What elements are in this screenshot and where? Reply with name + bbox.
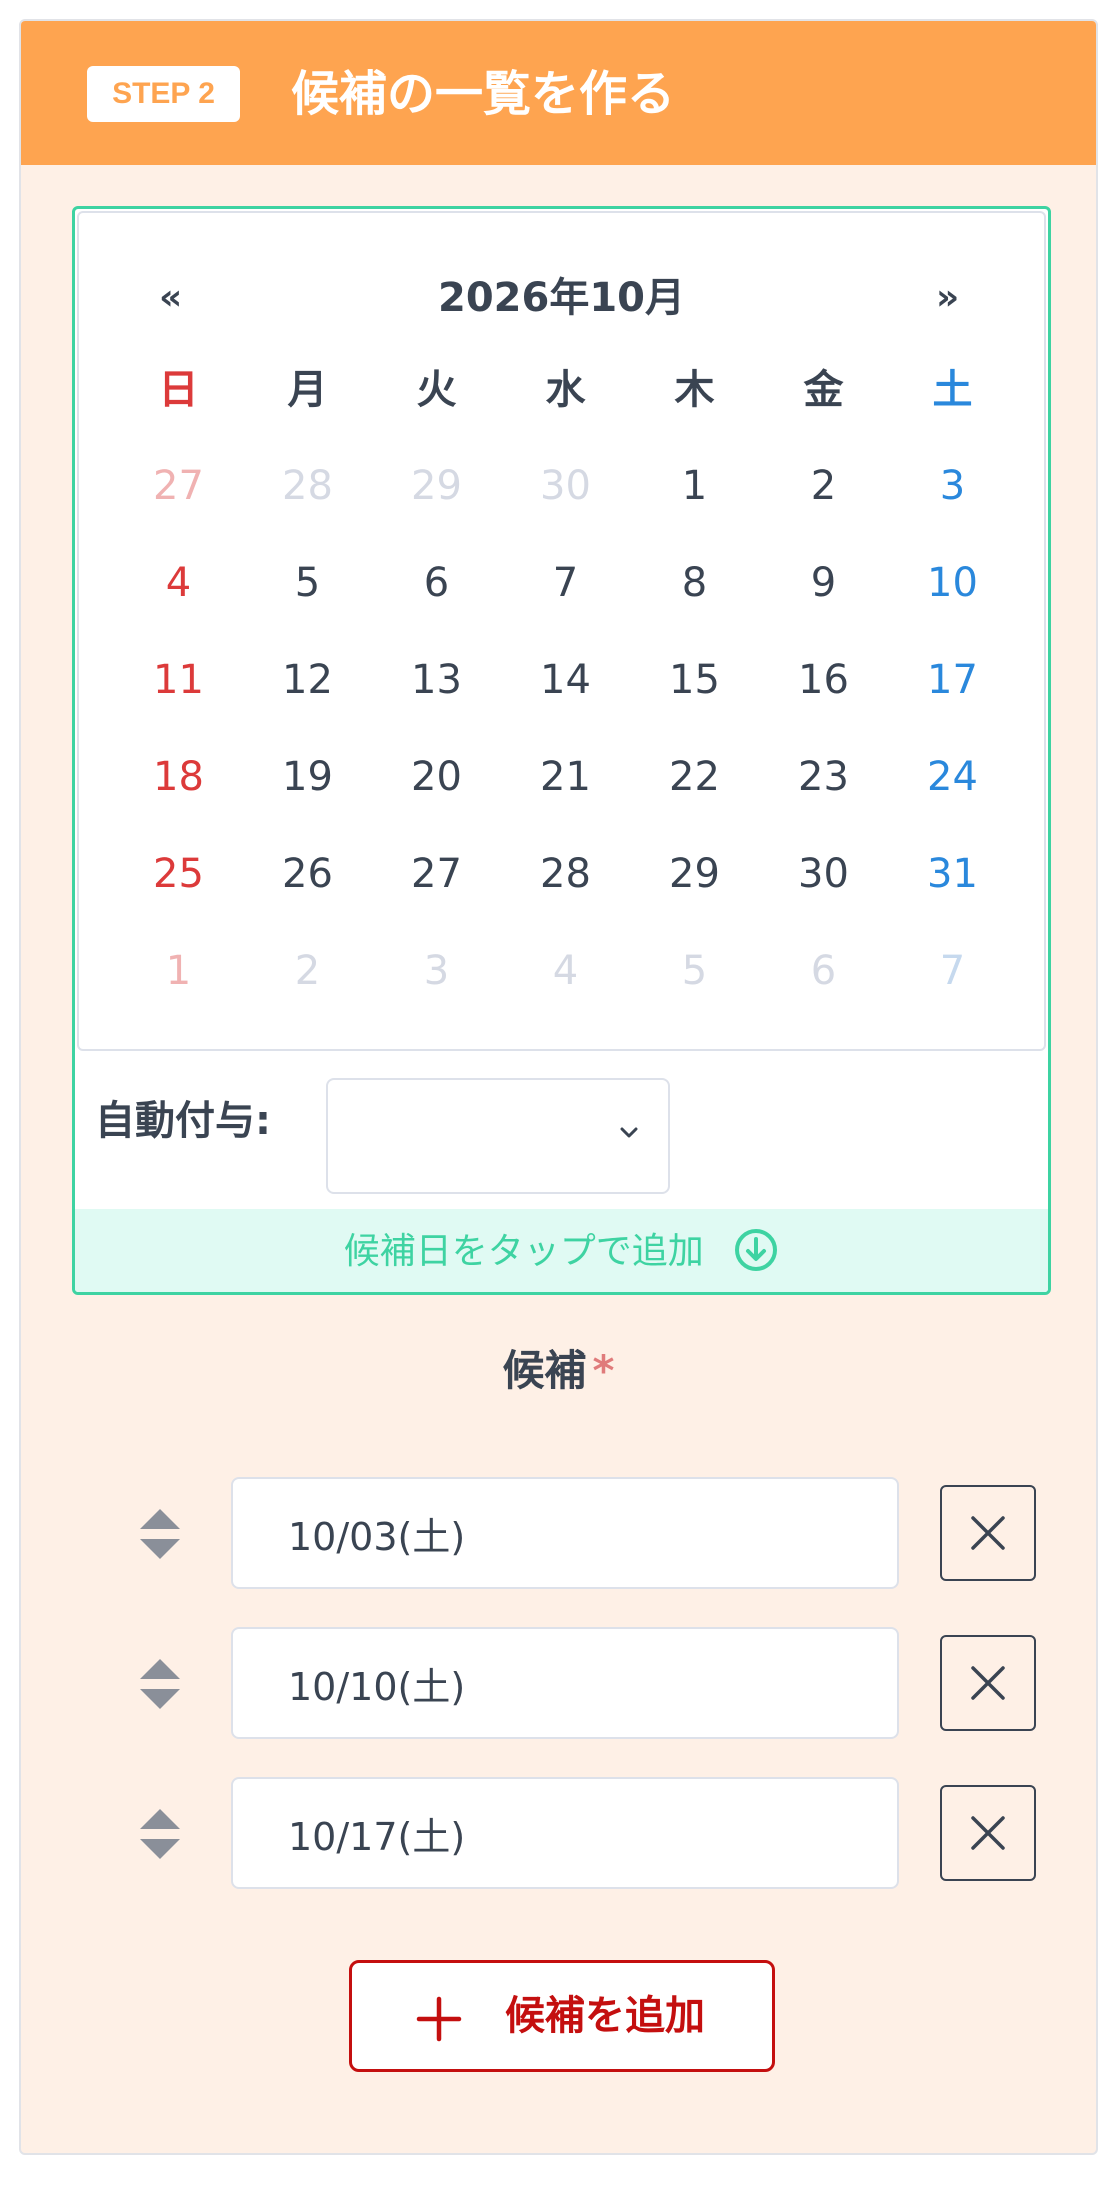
candidate-row xyxy=(21,1477,1096,1589)
calendar-day[interactable]: 9 xyxy=(759,535,888,632)
calendar-month-title: 2026年10月 xyxy=(438,275,685,321)
tap-to-add-hint: 候補日をタップで追加 xyxy=(75,1209,1048,1292)
card-header: STEP 2 候補の一覧を作る xyxy=(21,21,1096,165)
calendar-day[interactable]: 22 xyxy=(630,729,759,826)
candidates-heading: 候補 * xyxy=(21,1341,1096,1401)
next-month-button[interactable]: » xyxy=(936,268,959,328)
calendar-day-other-month[interactable]: 5 xyxy=(630,923,759,1020)
candidate-date-input[interactable] xyxy=(231,1777,899,1889)
calendar-day[interactable]: 2 xyxy=(759,438,888,535)
calendar-day[interactable]: 4 xyxy=(114,535,243,632)
calendar-day-other-month[interactable]: 28 xyxy=(243,438,372,535)
calendar-day-other-month[interactable]: 27 xyxy=(114,438,243,535)
close-icon xyxy=(971,1816,1005,1850)
calendar-grid: 日 月 火 水 木 金 土 27 28 29 30 1 2 3 4 5 6 7 8 9 10 11 12 13 1… xyxy=(114,343,1017,1020)
calendar-day[interactable]: 26 xyxy=(243,826,372,923)
required-mark: * xyxy=(592,1346,615,1395)
calendar-day[interactable]: 10 xyxy=(888,535,1017,632)
candidate-row xyxy=(21,1777,1096,1889)
calendar-day-other-month[interactable]: 1 xyxy=(114,923,243,1020)
auto-assign-select[interactable] xyxy=(326,1078,670,1194)
calendar-week-row: 11 12 13 14 15 16 17 xyxy=(114,632,1017,729)
step-badge: STEP 2 xyxy=(87,66,240,122)
calendar-week-row: 4 5 6 7 8 9 10 xyxy=(114,535,1017,632)
calendar-day[interactable]: 21 xyxy=(501,729,630,826)
weekday-thu: 木 xyxy=(674,367,715,413)
candidates-label: 候補 xyxy=(502,1346,587,1395)
tap-hint-text: 候補日をタップで追加 xyxy=(343,1231,704,1272)
calendar-day[interactable]: 3 xyxy=(888,438,1017,535)
weekday-mon: 月 xyxy=(287,367,328,413)
chevron-down-icon xyxy=(620,1127,638,1138)
calendar: « 2026年10月 » 日 月 火 水 木 金 土 27 28 29 30 1 2 3 4 5… xyxy=(77,211,1046,1051)
weekday-tue: 火 xyxy=(416,367,457,413)
auto-assign-label: 自動付与: xyxy=(95,1098,271,1144)
calendar-day[interactable]: 5 xyxy=(243,535,372,632)
remove-candidate-button[interactable] xyxy=(940,1635,1036,1731)
weekday-header-row: 日 月 火 水 木 金 土 xyxy=(114,343,1017,438)
calendar-day[interactable]: 11 xyxy=(114,632,243,729)
calendar-week-row: 18 19 20 21 22 23 24 xyxy=(114,729,1017,826)
calendar-day-other-month[interactable]: 7 xyxy=(888,923,1017,1020)
calendar-day[interactable]: 30 xyxy=(759,826,888,923)
calendar-day[interactable]: 12 xyxy=(243,632,372,729)
calendar-day[interactable]: 28 xyxy=(501,826,630,923)
calendar-day[interactable]: 15 xyxy=(630,632,759,729)
calendar-day[interactable]: 18 xyxy=(114,729,243,826)
calendar-day[interactable]: 24 xyxy=(888,729,1017,826)
close-icon xyxy=(971,1666,1005,1700)
add-candidate-button[interactable]: 候補を追加 xyxy=(349,1960,775,2072)
calendar-day-other-month[interactable]: 4 xyxy=(501,923,630,1020)
date-picker-panel: « 2026年10月 » 日 月 火 水 木 金 土 27 28 29 30 1 2 3 4 5… xyxy=(72,206,1051,1295)
calendar-day-other-month[interactable]: 2 xyxy=(243,923,372,1020)
calendar-day[interactable]: 13 xyxy=(372,632,501,729)
candidate-date-input[interactable] xyxy=(231,1627,899,1739)
candidate-row xyxy=(21,1627,1096,1739)
calendar-day[interactable]: 31 xyxy=(888,826,1017,923)
step-2-card: STEP 2 候補の一覧を作る « 2026年10月 » 日 月 火 水 木 金… xyxy=(19,19,1098,2155)
calendar-day[interactable]: 16 xyxy=(759,632,888,729)
calendar-day-other-month[interactable]: 30 xyxy=(501,438,630,535)
calendar-day[interactable]: 20 xyxy=(372,729,501,826)
auto-assign-row: 自動付与: xyxy=(75,1056,1048,1194)
calendar-day[interactable]: 19 xyxy=(243,729,372,826)
calendar-day[interactable]: 7 xyxy=(501,535,630,632)
add-candidate-label: 候補を追加 xyxy=(505,1993,705,2039)
calendar-day[interactable]: 6 xyxy=(372,535,501,632)
close-icon xyxy=(971,1516,1005,1550)
calendar-day[interactable]: 8 xyxy=(630,535,759,632)
weekday-wed: 水 xyxy=(545,367,586,413)
weekday-fri: 金 xyxy=(803,367,844,413)
remove-candidate-button[interactable] xyxy=(940,1785,1036,1881)
calendar-day[interactable]: 1 xyxy=(630,438,759,535)
calendar-day[interactable]: 27 xyxy=(372,826,501,923)
arrow-down-circle-icon xyxy=(735,1229,778,1271)
page-title: 候補の一覧を作る xyxy=(291,66,676,122)
sort-handle-icon[interactable] xyxy=(138,1507,182,1561)
calendar-day-other-month[interactable]: 3 xyxy=(372,923,501,1020)
calendar-day[interactable]: 17 xyxy=(888,632,1017,729)
sort-handle-icon[interactable] xyxy=(138,1807,182,1861)
calendar-day[interactable]: 25 xyxy=(114,826,243,923)
calendar-week-row: 25 26 27 28 29 30 31 xyxy=(114,826,1017,923)
calendar-day-other-month[interactable]: 29 xyxy=(372,438,501,535)
calendar-day[interactable]: 14 xyxy=(501,632,630,729)
plus-icon xyxy=(416,1996,462,2042)
calendar-day[interactable]: 23 xyxy=(759,729,888,826)
calendar-week-row: 1234567 xyxy=(114,923,1017,1020)
weekday-sun: 日 xyxy=(158,367,199,413)
calendar-weeks: 27 28 29 30 1 2 3 4 5 6 7 8 9 10 11 12 13 14 15 16 17 18 19 20 2… xyxy=(114,438,1017,1020)
weekday-sat: 土 xyxy=(932,367,973,413)
sort-handle-icon[interactable] xyxy=(138,1657,182,1711)
candidate-date-input[interactable] xyxy=(231,1477,899,1589)
calendar-day[interactable]: 29 xyxy=(630,826,759,923)
calendar-week-row: 27 28 29 30 1 2 3 xyxy=(114,438,1017,535)
remove-candidate-button[interactable] xyxy=(940,1485,1036,1581)
calendar-day-other-month[interactable]: 6 xyxy=(759,923,888,1020)
